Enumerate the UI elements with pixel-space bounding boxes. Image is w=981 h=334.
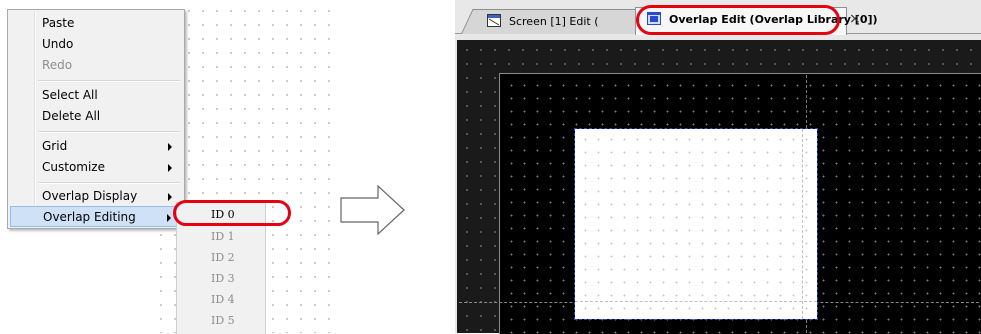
guide-line-vertical: [802, 129, 803, 319]
submenu-item-id1: ID 1: [211, 230, 235, 243]
menu-item-overlap-display[interactable]: Overlap Display: [10, 186, 182, 207]
right-arrow-icon: [340, 185, 405, 235]
menu-item-label: Grid: [42, 139, 68, 153]
context-menu: Paste Undo Redo Select All Delete All Gr…: [7, 9, 185, 229]
menu-item-grid[interactable]: Grid: [10, 136, 182, 157]
submenu-arrow-icon: [168, 143, 172, 151]
submenu-item-id2: ID 2: [211, 251, 235, 264]
menu-item-label: Customize: [42, 160, 105, 174]
menu-item-redo: Redo: [42, 58, 73, 72]
guide-line-horizontal: [575, 301, 817, 302]
screen-icon: [487, 14, 501, 27]
menu-separator: [38, 182, 180, 184]
tab-screen-edit-label-wrap[interactable]: Screen [1] Edit (: [487, 12, 598, 32]
menu-item-label: Overlap Editing: [43, 210, 136, 224]
submenu-arrow-icon: [168, 193, 172, 201]
highlight-ellipse: [636, 5, 840, 35]
submenu-item-id4: ID 4: [211, 293, 235, 306]
menu-item-select-all[interactable]: Select All: [10, 85, 182, 106]
menu-item-undo[interactable]: Undo: [10, 34, 182, 55]
overlap-area[interactable]: [574, 128, 818, 320]
menu-separator: [38, 131, 180, 133]
close-icon[interactable]: ×: [849, 11, 861, 27]
submenu-item-id5: ID 5: [211, 314, 235, 327]
submenu-item-id3: ID 3: [211, 272, 235, 285]
menu-item-customize[interactable]: Customize: [10, 157, 182, 178]
tab-screen-edit-label: Screen [1] Edit (: [509, 15, 599, 28]
menu-item-overlap-editing[interactable]: Overlap Editing: [10, 206, 182, 227]
submenu-arrow-icon: [167, 214, 171, 222]
highlight-ellipse: [173, 200, 291, 226]
menu-item-delete-all[interactable]: Delete All: [10, 106, 182, 127]
menu-item-paste[interactable]: Paste: [10, 13, 182, 34]
submenu-arrow-icon: [168, 164, 172, 172]
menu-separator: [38, 80, 180, 82]
menu-item-label: Overlap Display: [42, 189, 138, 203]
editor-window: Screen [1] Edit ( Overlap Edit (Overlap …: [455, 0, 981, 334]
